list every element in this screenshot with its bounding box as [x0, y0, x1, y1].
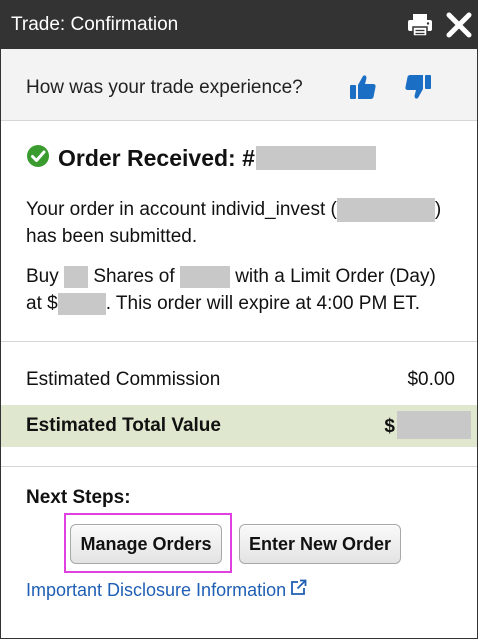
- divider: [1, 341, 477, 342]
- order-action: Buy: [26, 266, 59, 287]
- thumbs-up-icon[interactable]: [349, 73, 377, 101]
- total-value-row: Estimated Total Value $: [1, 405, 477, 447]
- total-value-label: Estimated Total Value: [26, 415, 221, 436]
- redacted-quantity: [64, 265, 89, 288]
- close-icon[interactable]: [446, 12, 472, 38]
- dialog-title: Trade: Confirmation: [11, 14, 179, 35]
- redacted-order-number: [255, 145, 376, 170]
- feedback-question: How was your trade experience?: [26, 77, 303, 98]
- total-value-prefix: $: [384, 416, 395, 438]
- thumbs-down-icon[interactable]: [404, 73, 432, 101]
- order-title: Order Received: #: [58, 145, 376, 172]
- order-shares-text: Shares of: [93, 266, 175, 287]
- manage-orders-button[interactable]: Manage Orders: [70, 524, 222, 564]
- redacted-limit-price: [57, 292, 106, 315]
- redacted-symbol: [179, 265, 230, 288]
- redacted-total-value: [397, 411, 471, 439]
- total-value: $: [384, 411, 471, 441]
- disclosure-link[interactable]: Important Disclosure Information: [26, 579, 286, 601]
- order-expiry-text: . This order will expire at 4:00 PM ET.: [105, 293, 421, 314]
- enter-new-order-button[interactable]: Enter New Order: [239, 524, 401, 564]
- next-steps-label: Next Steps:: [26, 487, 131, 508]
- commission-row: Estimated Commission $0.00: [1, 359, 477, 401]
- order-type-text: with a Limit Order (Day): [235, 266, 436, 287]
- commission-label: Estimated Commission: [26, 369, 221, 390]
- order-title-text: Order Received: #: [58, 145, 255, 171]
- external-link-icon[interactable]: [290, 579, 307, 596]
- submission-text-close: ): [434, 199, 442, 220]
- order-received-heading: Order Received: #: [26, 142, 466, 172]
- submission-message: Your order in account individ_invest () h…: [26, 196, 466, 250]
- redacted-account-number: [336, 197, 435, 222]
- order-details-message: Buy Shares of with a Limit Order (Day) at…: [26, 263, 466, 317]
- divider: [1, 466, 477, 467]
- title-bar: Trade: Confirmation: [1, 1, 477, 49]
- check-circle-icon: [27, 145, 49, 167]
- trade-confirmation-dialog: Trade: Confirmation How was your trade e…: [0, 0, 478, 639]
- commission-value: $0.00: [407, 369, 455, 390]
- print-icon[interactable]: [407, 13, 433, 37]
- submission-text: Your order in account individ_invest (: [26, 199, 337, 220]
- submission-text-cont: has been submitted.: [26, 226, 198, 247]
- feedback-bar: How was your trade experience?: [1, 49, 477, 121]
- order-price-prefix: at $: [26, 293, 58, 314]
